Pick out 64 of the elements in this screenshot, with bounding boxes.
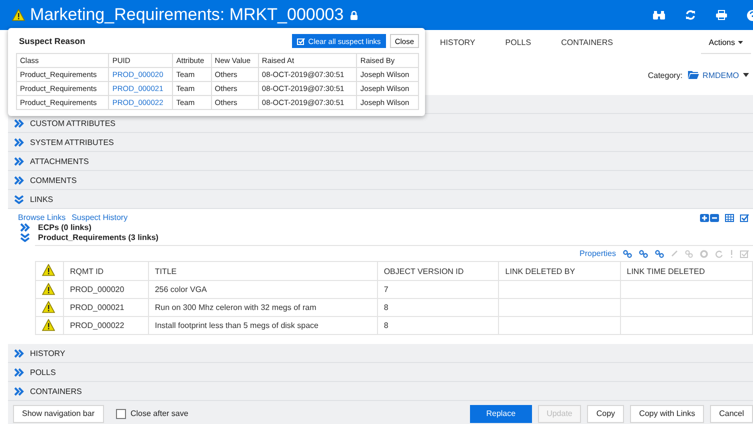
table-cell: Run on 300 Mhz celeron with 32 megs of ram (148, 298, 378, 316)
column-header[interactable]: LINK TIME DELETED (620, 262, 752, 280)
action-button[interactable]: Copy with Links (630, 404, 704, 422)
column-header[interactable]: OBJECT VERSION ID (377, 262, 499, 280)
section-title: CUSTOM ATTRIBUTES (30, 118, 116, 128)
checkbox[interactable] (116, 408, 126, 418)
table-cell: Install footprint less than 5 megs of disk space (148, 316, 378, 334)
action-button[interactable]: Copy (587, 404, 624, 422)
action-button[interactable]: Cancel (710, 404, 753, 422)
section-title: ATTACHMENTS (30, 156, 89, 166)
table-cell: 8 (377, 316, 499, 334)
properties-link[interactable]: Properties (580, 249, 616, 258)
show-navigation-bar-button[interactable]: Show navigation bar (13, 404, 104, 422)
print-icon[interactable] (716, 10, 727, 20)
category-label: Category: (648, 70, 683, 80)
tab[interactable]: HISTORY (440, 36, 476, 49)
link[interactable]: Browse Links (18, 213, 66, 222)
section-title: SYSTEM ATTRIBUTES (30, 138, 114, 146)
section-header[interactable]: LINKS (8, 190, 753, 209)
section-header[interactable]: ATTACHMENTS (8, 152, 753, 171)
action-button[interactable]: Replace (470, 404, 532, 422)
binoculars-icon[interactable] (653, 10, 665, 20)
warning-icon (42, 264, 55, 276)
table-cell: 8 (377, 298, 499, 316)
help-icon[interactable] (747, 10, 753, 20)
checkbox-label: Close after save (130, 409, 188, 418)
table-icon[interactable] (725, 214, 734, 222)
section-header[interactable]: CONTAINERS (8, 382, 753, 401)
section-header[interactable]: POLLS (8, 363, 753, 382)
folder-icon (688, 71, 699, 79)
link-icon[interactable] (639, 250, 648, 258)
checkbox-icon (297, 38, 306, 44)
section-header[interactable]: CUSTOM ATTRIBUTES (8, 114, 753, 133)
section-title: CONTAINERS (30, 386, 82, 396)
table-cell: PROD_000020 (63, 280, 148, 298)
category-dropdown[interactable]: RMDEMO (688, 70, 749, 80)
caret-down-icon (743, 73, 749, 77)
checkbox-icon[interactable] (740, 214, 749, 222)
window-title: Marketing_Requirements: MRKT_000003 (30, 5, 344, 25)
column-header[interactable]: LINK DELETED BY (498, 262, 620, 280)
link[interactable]: Suspect History (72, 213, 128, 222)
section-title: COMMENTS (30, 176, 77, 184)
column-header[interactable]: RQMT ID (63, 262, 148, 280)
section-title: HISTORY (30, 348, 66, 358)
expand-all-icon[interactable] (700, 214, 709, 222)
column-header[interactable]: TITLE (148, 262, 378, 280)
link-group-title[interactable]: Product_Requirements (3 links) (38, 233, 158, 242)
collapse-all-icon[interactable] (710, 214, 719, 222)
link-icon[interactable] (623, 250, 632, 258)
section-header[interactable]: HISTORY (8, 344, 753, 363)
table-cell: PROD_000021 (63, 298, 148, 316)
tab[interactable]: CONTAINERS (561, 36, 613, 49)
link-icon[interactable] (655, 250, 664, 258)
table-cell: 7 (377, 280, 499, 298)
table-cell: PROD_000022 (63, 316, 148, 334)
table-cell: 256 color VGA (148, 280, 378, 298)
tab[interactable]: POLLS (505, 36, 532, 49)
popup-title: Suspect Reason (19, 36, 86, 46)
section-header[interactable]: COMMENTS (8, 171, 753, 190)
section-title: POLLS (30, 368, 56, 376)
caret-down-icon (738, 40, 743, 44)
section-header[interactable]: SYSTEM ATTRIBUTES (8, 133, 753, 152)
link-group-title[interactable]: ECPs (0 links) (38, 223, 92, 232)
section-title: LINKS (30, 194, 54, 204)
